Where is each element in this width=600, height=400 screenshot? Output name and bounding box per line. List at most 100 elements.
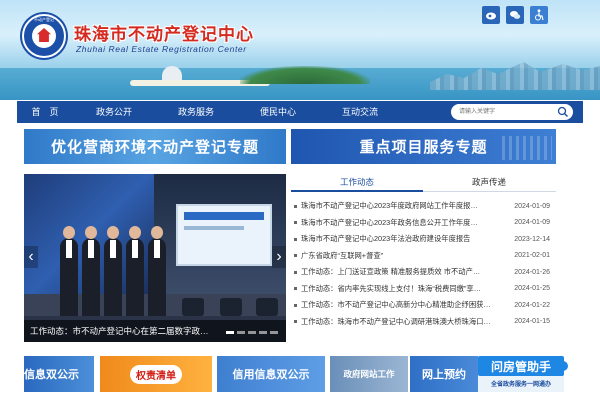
- person-figure: [104, 226, 122, 316]
- business-environment-banner[interactable]: 优化营商环境不动产登记专题: [24, 129, 286, 164]
- site-subtitle: Zhuhai Real Estate Registration Center: [76, 44, 247, 54]
- person-shirt: [132, 240, 138, 258]
- tile-label: 政府网站工作: [343, 369, 395, 379]
- board-header-bar: [184, 212, 264, 220]
- person-figure: [148, 226, 166, 316]
- person-head: [151, 226, 163, 239]
- nav-item-interaction[interactable]: 互动交流: [319, 101, 401, 123]
- news-item[interactable]: 工作动态：上门送证宣政策 精准服务提质效 市不动产… 2024-01-26: [291, 264, 556, 281]
- header-banner: 不动产登记 珠海市不动产登记中心 Zhuhai Real Estate Regi…: [0, 0, 600, 100]
- news-item[interactable]: 工作动态：市不动产登记中心高新分中心精准助企纾困获… 2024-01-22: [291, 297, 556, 314]
- audience-seat: [220, 298, 242, 316]
- news-date: 2024-01-22: [514, 301, 550, 309]
- news-title[interactable]: 珠海市不动产登记中心2023年法治政府建设年度报告: [301, 234, 507, 244]
- news-title[interactable]: 工作动态：上门送证宣政策 精准服务提质效 市不动产…: [301, 267, 507, 277]
- search-icon[interactable]: [557, 106, 569, 118]
- site-logo[interactable]: 不动产登记: [22, 14, 66, 58]
- gov-website-annual-report-tile[interactable]: 政府网站工作: [330, 356, 408, 392]
- banner-island: [240, 66, 370, 84]
- news-date: 2024-01-25: [514, 285, 550, 293]
- banner-opera-house: [162, 66, 182, 80]
- news-title[interactable]: 广东省政府“互联网+督查”: [301, 251, 507, 261]
- bullet-icon: [294, 303, 297, 307]
- power-responsibility-list-tile[interactable]: 权责清单: [100, 356, 212, 392]
- bullet-icon: [294, 237, 297, 241]
- person-figure: [126, 226, 144, 316]
- carousel-display-board: [176, 204, 272, 266]
- news-item[interactable]: 工作动态：省内率先实现线上支付！珠海“税费同缴”享… 2024-01-25: [291, 281, 556, 298]
- news-title[interactable]: 珠海市不动产登记中心2023年度政府网站工作年度报…: [301, 201, 507, 211]
- carousel-prev-button[interactable]: ‹: [24, 246, 38, 268]
- audience-seat: [256, 298, 278, 316]
- audience-seat: [182, 298, 204, 316]
- carousel-indicators: [226, 331, 278, 334]
- bullet-icon: [294, 204, 297, 208]
- bullet-icon: [294, 270, 297, 274]
- weibo-icon[interactable]: [482, 6, 500, 24]
- person-head: [63, 226, 75, 239]
- news-item[interactable]: 珠海市不动产登记中心2023年法治政府建设年度报告 2023-12-14: [291, 231, 556, 248]
- search-input[interactable]: [459, 105, 554, 119]
- news-title[interactable]: 工作动态：市不动产登记中心高新分中心精准助企纾困获…: [301, 300, 507, 310]
- key-projects-banner[interactable]: 重点项目服务专题: [291, 129, 556, 164]
- news-item[interactable]: 珠海市不动产登记中心2023年政务信息公开工作年度… 2024-01-09: [291, 215, 556, 232]
- tile-label: 信用信息双公示: [232, 369, 310, 381]
- person-shirt: [154, 240, 160, 258]
- nav-item-convenience-center[interactable]: 便民中心: [237, 101, 319, 123]
- bullet-icon: [294, 320, 297, 324]
- carousel-dot[interactable]: [270, 331, 278, 334]
- news-list: 珠海市不动产登记中心2023年度政府网站工作年度报… 2024-01-09 珠海市…: [291, 198, 556, 330]
- person-head: [107, 226, 119, 239]
- news-item[interactable]: 珠海市不动产登记中心2023年度政府网站工作年度报… 2024-01-09: [291, 198, 556, 215]
- site-title: 珠海市不动产登记中心: [74, 25, 254, 45]
- nav-item-home[interactable]: 首 页: [17, 101, 73, 123]
- carousel-dot[interactable]: [259, 331, 267, 334]
- tile-label: 信息双公示: [24, 369, 79, 381]
- tile-label: 网上预约: [422, 369, 466, 381]
- logo-ring-text: 不动产登记: [34, 17, 54, 22]
- news-date: 2024-01-15: [514, 318, 550, 326]
- tile-label: 权责清单: [130, 364, 182, 384]
- news-item[interactable]: 广东省政府“互联网+督查” 2021-02-01: [291, 248, 556, 265]
- top-icon-group: [482, 6, 548, 24]
- housing-assistant-button[interactable]: 问房管助手: [478, 356, 568, 376]
- info-disclosure-tile[interactable]: 信息双公示: [24, 356, 94, 392]
- search-box: [451, 104, 573, 120]
- main-nav: 首 页 政务公开 政务服务 便民中心 互动交流: [17, 101, 583, 123]
- online-appointment-tile[interactable]: 网上预约: [410, 356, 478, 392]
- accessibility-icon[interactable]: [530, 6, 548, 24]
- bullet-icon: [294, 254, 297, 258]
- tile-label: 全省政务服务一网通办: [490, 382, 551, 388]
- bullet-icon: [294, 287, 297, 291]
- bullet-icon: [294, 221, 297, 225]
- person-shirt: [88, 240, 94, 258]
- news-panel: 工作动态 政声传递 珠海市不动产登记中心2023年度政府网站工作年度报… 2024…: [291, 172, 556, 342]
- tab-work-updates[interactable]: 工作动态: [291, 172, 423, 192]
- carousel-dot[interactable]: [248, 331, 256, 334]
- person-figure: [60, 226, 78, 316]
- wechat-icon[interactable]: [506, 6, 524, 24]
- news-tabs: 工作动态 政声传递: [291, 172, 556, 192]
- board-text-line: [184, 226, 244, 230]
- nav-item-government-services[interactable]: 政务服务: [155, 101, 237, 123]
- news-date: 2023-12-14: [514, 235, 550, 243]
- news-date: 2024-01-09: [514, 219, 550, 227]
- credit-info-disclosure-tile[interactable]: 信用信息双公示: [217, 356, 325, 392]
- nav-item-government-affairs-open[interactable]: 政务公开: [73, 101, 155, 123]
- person-head: [129, 226, 141, 239]
- news-item[interactable]: 工作动态：珠海市不动产登记中心调研港珠澳大桥珠海口… 2024-01-15: [291, 314, 556, 331]
- person-head: [85, 226, 97, 239]
- carousel-next-button[interactable]: ›: [272, 246, 286, 268]
- news-title[interactable]: 珠海市不动产登记中心2023年政务信息公开工作年度…: [301, 218, 507, 228]
- photo-carousel[interactable]: ‹ › 工作动态：市不动产登记中心在第二届数字政…: [24, 174, 286, 342]
- news-date: 2024-01-26: [514, 268, 550, 276]
- news-title[interactable]: 工作动态：省内率先实现线上支付！珠海“税费同缴”享…: [301, 284, 507, 294]
- person-shirt: [110, 240, 116, 258]
- news-date: 2024-01-09: [514, 202, 550, 210]
- person-figure: [82, 226, 100, 316]
- news-date: 2021-02-01: [514, 252, 550, 260]
- tab-policy-voice[interactable]: 政声传递: [423, 172, 555, 192]
- carousel-dot[interactable]: [226, 331, 234, 334]
- carousel-dot[interactable]: [237, 331, 245, 334]
- news-title[interactable]: 工作动态：珠海市不动产登记中心调研港珠澳大桥珠海口…: [301, 317, 507, 327]
